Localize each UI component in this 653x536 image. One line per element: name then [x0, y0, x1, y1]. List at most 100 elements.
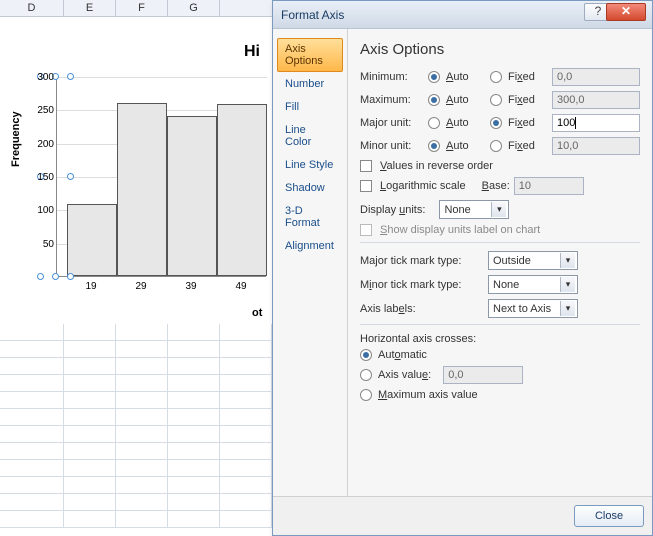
col-header[interactable]: G: [168, 0, 220, 16]
cell[interactable]: [168, 341, 220, 357]
cell[interactable]: [0, 409, 64, 425]
cell[interactable]: [220, 426, 272, 442]
cell[interactable]: [116, 341, 168, 357]
cell[interactable]: [64, 375, 116, 391]
cell[interactable]: [220, 375, 272, 391]
sidebar-item[interactable]: Alignment: [277, 235, 343, 257]
cell[interactable]: [220, 494, 272, 510]
cell[interactable]: [168, 324, 220, 340]
col-header[interactable]: E: [64, 0, 116, 16]
table-row[interactable]: [0, 443, 272, 460]
cell[interactable]: [116, 358, 168, 374]
cell[interactable]: [0, 341, 64, 357]
table-row[interactable]: [0, 375, 272, 392]
sidebar-item[interactable]: Line Style: [277, 154, 343, 176]
cell[interactable]: [64, 477, 116, 493]
cell[interactable]: [0, 511, 64, 527]
cell[interactable]: [168, 511, 220, 527]
display-units-select[interactable]: None: [439, 200, 509, 219]
log-scale-checkbox[interactable]: [360, 180, 372, 192]
cell[interactable]: [116, 375, 168, 391]
cell[interactable]: [64, 341, 116, 357]
maximum-input[interactable]: 300,0: [552, 91, 640, 109]
close-dialog-button[interactable]: Close: [574, 505, 644, 527]
table-row[interactable]: [0, 409, 272, 426]
log-base-input[interactable]: 10: [514, 177, 584, 195]
embedded-chart[interactable]: Hi Frequency ot 501001502002503001929394…: [0, 17, 272, 337]
table-row[interactable]: [0, 358, 272, 375]
cell[interactable]: [220, 443, 272, 459]
cell[interactable]: [116, 392, 168, 408]
minimum-fixed-radio[interactable]: [490, 71, 502, 83]
sidebar-item[interactable]: Shadow: [277, 177, 343, 199]
minor-unit-fixed-radio[interactable]: [490, 140, 502, 152]
minor-unit-input[interactable]: 10,0: [552, 137, 640, 155]
cell[interactable]: [116, 443, 168, 459]
major-unit-input[interactable]: 100: [552, 114, 640, 132]
cell[interactable]: [0, 375, 64, 391]
cell[interactable]: [116, 324, 168, 340]
sidebar-item[interactable]: Line Color: [277, 119, 343, 153]
cell[interactable]: [64, 358, 116, 374]
cell[interactable]: [168, 409, 220, 425]
cell[interactable]: [116, 409, 168, 425]
cell[interactable]: [220, 324, 272, 340]
cell[interactable]: [64, 443, 116, 459]
close-button[interactable]: ✕: [606, 3, 646, 21]
cell[interactable]: [116, 477, 168, 493]
cell[interactable]: [168, 460, 220, 476]
cell[interactable]: [220, 460, 272, 476]
cell[interactable]: [168, 358, 220, 374]
selection-handle-icon[interactable]: [67, 173, 74, 180]
major-unit-fixed-radio[interactable]: [490, 117, 502, 129]
cell[interactable]: [116, 494, 168, 510]
sidebar-item[interactable]: 3-D Format: [277, 200, 343, 234]
table-row[interactable]: [0, 494, 272, 511]
cell[interactable]: [64, 460, 116, 476]
minimum-auto-radio[interactable]: [428, 71, 440, 83]
major-tick-select[interactable]: Outside: [488, 251, 578, 270]
cell[interactable]: [0, 460, 64, 476]
table-row[interactable]: [0, 341, 272, 358]
axis-labels-select[interactable]: Next to Axis: [488, 299, 578, 318]
cell[interactable]: [116, 460, 168, 476]
cell[interactable]: [0, 324, 64, 340]
cell[interactable]: [64, 511, 116, 527]
cell[interactable]: [220, 409, 272, 425]
cell[interactable]: [64, 426, 116, 442]
hax-value-radio[interactable]: [360, 369, 372, 381]
table-row[interactable]: [0, 324, 272, 341]
values-reverse-checkbox[interactable]: [360, 160, 372, 172]
table-row[interactable]: [0, 426, 272, 443]
col-header[interactable]: F: [116, 0, 168, 16]
cell[interactable]: [0, 477, 64, 493]
chart-bar[interactable]: [117, 103, 167, 276]
selection-handle-icon[interactable]: [37, 273, 44, 280]
cell[interactable]: [64, 409, 116, 425]
selection-handle-icon[interactable]: [67, 73, 74, 80]
minimum-input[interactable]: 0,0: [552, 68, 640, 86]
cell[interactable]: [0, 443, 64, 459]
table-row[interactable]: [0, 477, 272, 494]
maximum-fixed-radio[interactable]: [490, 94, 502, 106]
selection-handle-icon[interactable]: [52, 273, 59, 280]
cell[interactable]: [116, 426, 168, 442]
cell[interactable]: [168, 426, 220, 442]
cell[interactable]: [64, 324, 116, 340]
hax-auto-radio[interactable]: [360, 349, 372, 361]
cell[interactable]: [168, 494, 220, 510]
sidebar-item[interactable]: Fill: [277, 96, 343, 118]
cell[interactable]: [168, 392, 220, 408]
cell[interactable]: [220, 477, 272, 493]
col-header[interactable]: D: [0, 0, 64, 16]
cell[interactable]: [220, 511, 272, 527]
selection-handle-icon[interactable]: [67, 273, 74, 280]
cell[interactable]: [0, 358, 64, 374]
cell[interactable]: [220, 341, 272, 357]
major-unit-auto-radio[interactable]: [428, 117, 440, 129]
cell[interactable]: [64, 494, 116, 510]
maximum-auto-radio[interactable]: [428, 94, 440, 106]
cell[interactable]: [168, 477, 220, 493]
table-row[interactable]: [0, 460, 272, 477]
sidebar-item[interactable]: Axis Options: [277, 38, 343, 72]
